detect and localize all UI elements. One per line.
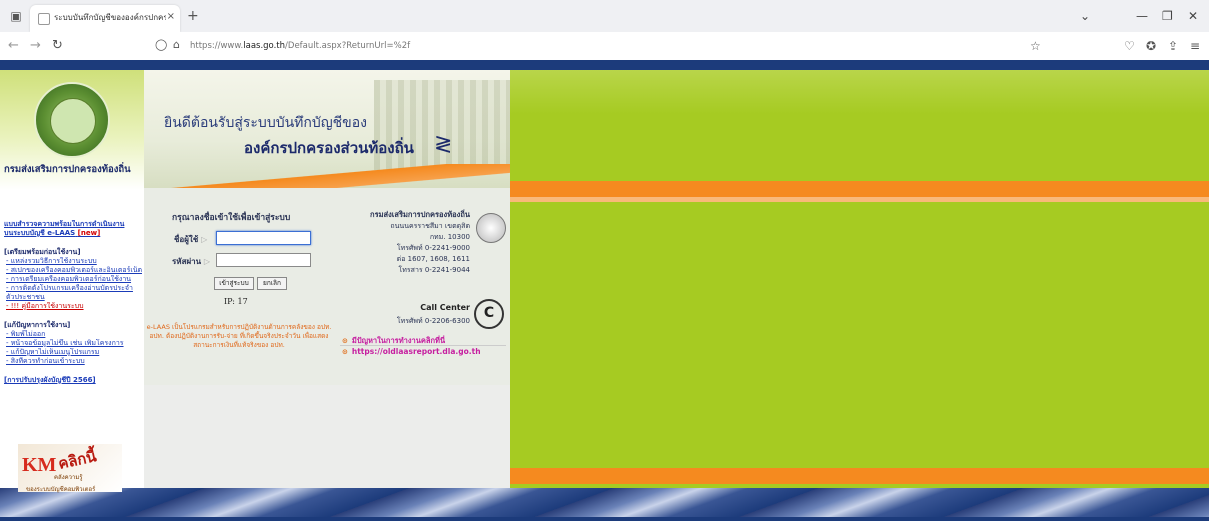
- seal-emblem: [50, 98, 96, 144]
- chevron-down-icon[interactable]: ⌄: [1080, 8, 1090, 24]
- old-report-url: https://oldlaasreport.dla.go.th: [351, 347, 481, 356]
- contact-title: กรมส่งเสริมการปกครองท้องถิ่น: [370, 210, 470, 219]
- footer-bar: [0, 517, 1209, 521]
- contact-extension: ต่อ 1607, 1608, 1611: [396, 255, 470, 263]
- contact-address-line1: ถนนนครราชสีมา เขตดุสิต: [390, 222, 470, 230]
- password-input[interactable]: [216, 253, 311, 267]
- km-subtitle: คลังความรู้: [54, 474, 83, 481]
- browser-tab[interactable]: ระบบบันทึกบัญชีขององค์กรปกครองส่วนท้องถิ…: [30, 5, 180, 32]
- old-report-link[interactable]: ⊙ https://oldlaasreport.dla.go.th: [342, 347, 481, 356]
- password-label-text: รหัสผ่าน: [172, 257, 202, 266]
- sidebar-item-card-reader-cont[interactable]: ตัวประชาชน: [4, 293, 142, 302]
- sidebar-header: กรมส่งเสริมการปกครองท้องถิ่น: [0, 70, 144, 190]
- contact-phone: โทรศัพท์ 0-2241-9000: [396, 244, 470, 252]
- restore-icon[interactable]: ❐: [1162, 8, 1173, 24]
- center-lower-pane: [144, 385, 510, 488]
- problem-report-text: มีปัญหาในการทำงานคลิกที่นี่: [351, 336, 446, 345]
- back-arrow-icon[interactable]: ←: [8, 37, 19, 55]
- sidebar-item-no-menu[interactable]: - แก้ปัญหาไม่เห็นเมนูโปรแกรม: [4, 348, 142, 357]
- login-button[interactable]: เข้าสู่ระบบ: [214, 277, 254, 290]
- cancel-button[interactable]: ยกเลิก: [257, 277, 287, 290]
- page-content: กรมส่งเสริมการปกครองท้องถิ่น แบบสำรวจควา…: [0, 60, 1209, 521]
- banner-org-text: องค์กรปกครองส่วนท้องถิ่น: [244, 139, 414, 157]
- share-icon[interactable]: ⇪: [1168, 38, 1178, 54]
- forward-arrow-icon[interactable]: →: [30, 37, 41, 55]
- contact-address-line2: กทม. 10300: [429, 233, 470, 241]
- minimize-icon[interactable]: —: [1136, 8, 1148, 24]
- orange-bar-bottom: [510, 468, 1209, 484]
- km-banner[interactable]: KM คลิกนี้ คลังความรู้ ของระบบบัญชีคอมพิ…: [18, 444, 122, 493]
- orange-bar-top: [510, 181, 1209, 197]
- center-panel: ยินดีต้อนรับสู่ระบบบันทึกบัญชีของ องค์กร…: [144, 70, 510, 488]
- pocket-icon[interactable]: ♡: [1124, 38, 1135, 54]
- banner-orange-curve: [144, 164, 510, 188]
- chart-of-accounts-update-link[interactable]: [การปรับปรุงผังบัญชีปี 2566]: [4, 376, 142, 385]
- tab-list-icon[interactable]: ▣: [6, 6, 26, 26]
- call-center-phone: โทรศัพท์ 0-2206-6300: [396, 317, 470, 325]
- bullet-icon: ⊙: [342, 348, 348, 356]
- welcome-banner: ยินดีต้อนรับสู่ระบบบันทึกบัญชีของ องค์กร…: [144, 70, 510, 188]
- department-seal-icon: [476, 213, 506, 243]
- browser-tab-bar: ▣ ระบบบันทึกบัญชีขององค์กรปกครองส่วนท้อง…: [0, 0, 1209, 32]
- arrow-right-icon: ▷: [201, 235, 208, 244]
- km-caption: ของระบบบัญชีคอมพิวเตอร์: [26, 486, 96, 493]
- green-content-area: [510, 202, 1209, 467]
- sidebar-item-computer-spec[interactable]: - สเปกของเครื่องคอมพิวเตอร์และอินเตอร์เน…: [4, 266, 142, 275]
- arrow-right-icon: ▷: [203, 257, 211, 266]
- km-logo-text: KM: [22, 454, 57, 476]
- tab-title: ระบบบันทึกบัญชีขององค์กรปกครองส่วนท้องถิ…: [54, 13, 166, 22]
- close-icon[interactable]: ✕: [1188, 8, 1198, 24]
- tab-close-icon[interactable]: ×: [167, 10, 175, 24]
- login-title: กรุณาลงชื่อเข้าใช้เพื่อเข้าสู่ระบบ: [172, 213, 291, 223]
- url-prefix: https://www.: [190, 41, 244, 51]
- banner-welcome-text: ยินดีต้อนรับสู่ระบบบันทึกบัญชีของ: [164, 115, 367, 131]
- survey-link-text: บนระบบบัญชี e-LAAS: [4, 229, 76, 237]
- banner-swoosh-icon: ≷: [434, 132, 453, 157]
- hamburger-menu-icon[interactable]: ≡: [1190, 38, 1200, 54]
- browser-nav-bar: ← → ↻ ◯ ⌂ https://www.laas.go.th/Default…: [0, 32, 1209, 61]
- contact-fax: โทรสาร 0-2241-9044: [398, 266, 470, 274]
- username-label-text: ชื่อผู้ใช้: [174, 235, 199, 244]
- username-label: ชื่อผู้ใช้ ▷: [174, 233, 207, 246]
- lock-icon[interactable]: ⌂: [173, 38, 180, 51]
- sidebar-item-cannot-print[interactable]: - พิมพ์ไม่ออก: [4, 330, 142, 339]
- sidebar-item-screen-no-data[interactable]: - หน้าจอข้อมูลไม่ขึ้น เช่น เพิ่มโครงการ: [4, 339, 142, 348]
- new-badge: [new]: [77, 229, 101, 237]
- sidebar-item-before-login[interactable]: - สิ่งที่ควรทำก่อนเข้าระบบ: [4, 357, 142, 366]
- problem-report-link[interactable]: ⊙ มีปัญหาในการทำงานคลิกที่นี่: [342, 335, 445, 347]
- call-center-title: Call Center: [420, 303, 470, 312]
- sidebar-item-card-reader[interactable]: - การติดตั้งโปรแกรมเครื่องอ่านบัตรประจำ: [4, 284, 142, 293]
- section-troubleshoot-title: [แก้ปัญหาการใช้งาน]: [4, 321, 71, 329]
- sidebar-item-manual-source[interactable]: - แหล่งรวมวิธีการใช้งานระบบ: [4, 257, 142, 266]
- department-title: กรมส่งเสริมการปกครองท้องถิ่น: [4, 164, 131, 175]
- login-form: กรุณาลงชื่อเข้าใช้เพื่อเข้าสู่ระบบ ชื่อผ…: [144, 195, 334, 385]
- survey-link[interactable]: แบบสำรวจความพร้อมในการดำเนินงาน: [4, 220, 142, 229]
- call-center-icon: C: [474, 299, 504, 329]
- section-prepare-title: [เตรียมพร้อมก่อนใช้งาน]: [4, 248, 81, 256]
- url-suffix: /Default.aspx?ReturnUrl=%2f: [285, 41, 411, 51]
- sidebar-item-user-manual[interactable]: - !!! คู่มือการใช้งานระบบ: [4, 302, 142, 311]
- top-strip: [0, 60, 1209, 70]
- sidebar-item-prepare-computer[interactable]: - การเตรียมเครื่องคอมพิวเตอร์ก่อนใช้งาน: [4, 275, 142, 284]
- reload-icon[interactable]: ↻: [52, 37, 63, 55]
- contact-panel: กรมส่งเสริมการปกครองท้องถิ่น ถนนนครราชสี…: [336, 195, 510, 385]
- star-icon[interactable]: ☆: [1030, 38, 1041, 54]
- address-bar[interactable]: https://www.laas.go.th/Default.aspx?Retu…: [190, 40, 410, 52]
- shield-icon[interactable]: ◯: [155, 38, 167, 51]
- new-tab-button[interactable]: +: [187, 8, 199, 24]
- survey-link-line2[interactable]: บนระบบบัญชี e-LAAS [new]: [4, 229, 142, 238]
- extension-icon[interactable]: ✪: [1146, 38, 1156, 54]
- bullet-icon: ⊙: [342, 337, 348, 345]
- left-sidebar: กรมส่งเสริมการปกครองท้องถิ่น แบบสำรวจควา…: [0, 70, 144, 493]
- username-input[interactable]: [216, 231, 311, 245]
- header-green-band: [510, 70, 1209, 180]
- ip-address-text: IP: 17: [224, 297, 248, 306]
- sidebar-menu: แบบสำรวจความพร้อมในการดำเนินงาน บนระบบบั…: [4, 220, 142, 385]
- url-domain: laas.go.th: [243, 41, 286, 51]
- password-label: รหัสผ่าน ▷: [172, 255, 210, 268]
- elaas-notice: e-LAAS เป็นโปรแกรมสำหรับการปฏิบัติงานด้า…: [146, 323, 332, 349]
- favicon-icon: [38, 13, 50, 25]
- department-seal-logo: [34, 82, 110, 158]
